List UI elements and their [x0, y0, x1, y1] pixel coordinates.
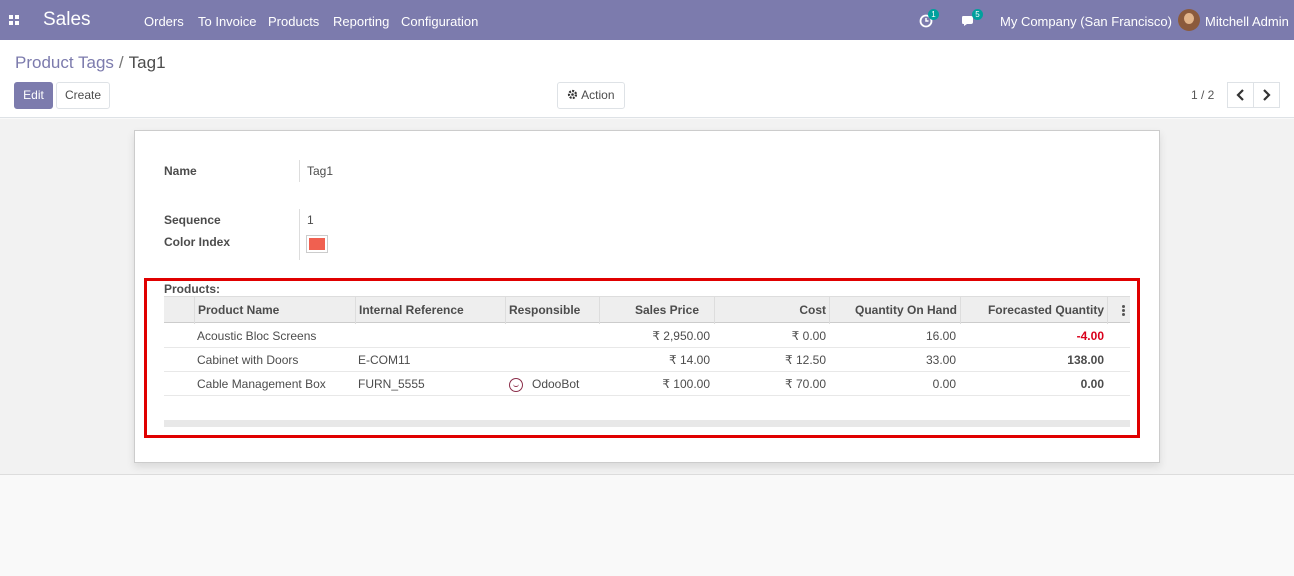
breadcrumb-product-tags[interactable]: Product Tags [15, 53, 114, 72]
pager-previous[interactable] [1227, 82, 1254, 108]
color-index-label: Color Index [164, 235, 231, 249]
message-badge: 5 [972, 9, 983, 20]
top-navbar: Sales Orders To Invoice Products Reporti… [0, 0, 1294, 40]
breadcrumb: Product Tags / Tag1 [15, 53, 166, 73]
edit-button[interactable]: Edit [14, 82, 53, 109]
pager-value[interactable]: 1 / 2 [1191, 88, 1214, 102]
menu-orders[interactable]: Orders [144, 14, 184, 29]
app-title[interactable]: Sales [43, 9, 91, 31]
menu-configuration[interactable]: Configuration [401, 14, 478, 29]
chevron-left-icon [1236, 89, 1244, 101]
control-panel: Product Tags / Tag1 Edit Create Action 1 /… [0, 40, 1294, 118]
menu-reporting[interactable]: Reporting [333, 14, 389, 29]
user-avatar[interactable] [1178, 9, 1200, 31]
chevron-right-icon [1263, 89, 1271, 101]
company-switcher[interactable]: My Company (San Francisco) [1000, 14, 1172, 29]
name-label: Name [164, 164, 197, 178]
menu-to-invoice[interactable]: To Invoice [198, 14, 257, 29]
fields-divider [299, 209, 300, 260]
activity-menu[interactable]: 1 [919, 9, 943, 31]
action-button[interactable]: Action [557, 82, 625, 109]
action-label: Action [581, 88, 615, 102]
apps-menu-icon[interactable] [9, 15, 20, 25]
menu-products[interactable]: Products [268, 14, 319, 29]
pager-next[interactable] [1253, 82, 1280, 108]
highlight-box [144, 278, 1140, 438]
user-menu[interactable]: Mitchell Admin [1205, 14, 1289, 29]
gear-icon [568, 89, 578, 100]
sequence-value: 1 [307, 213, 314, 227]
breadcrumb-separator: / [118, 53, 124, 72]
sequence-label: Sequence [164, 213, 221, 227]
color-swatch [307, 236, 327, 252]
messaging-menu[interactable]: 5 [961, 9, 987, 31]
activity-badge: 1 [928, 9, 939, 20]
breadcrumb-current: Tag1 [128, 53, 166, 72]
create-button[interactable]: Create [56, 82, 110, 109]
name-value: Tag1 [307, 164, 334, 178]
name-field-divider [299, 160, 300, 182]
